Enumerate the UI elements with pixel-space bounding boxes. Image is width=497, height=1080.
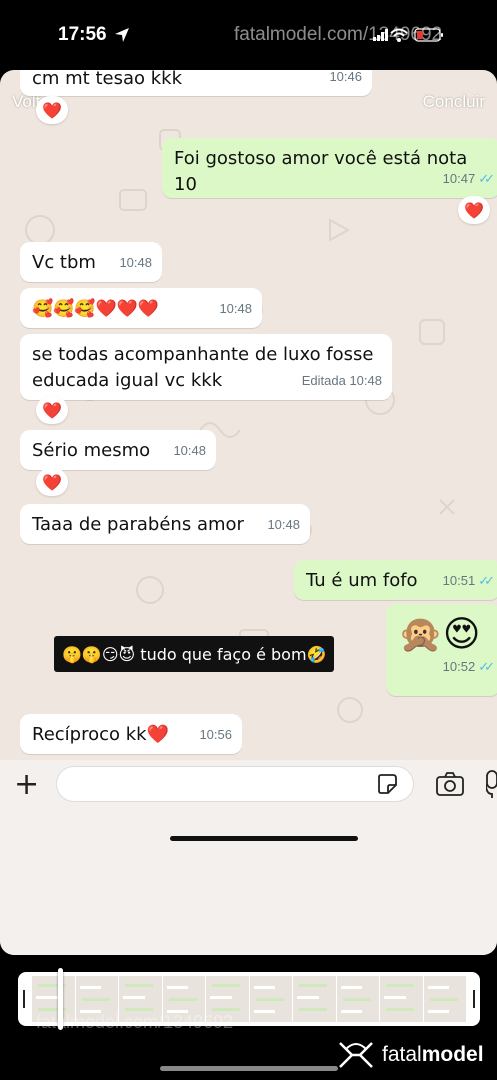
message-incoming[interactable]: Recíproco kk❤️ 10:56 — [20, 714, 242, 754]
status-time: 17:56 — [58, 24, 107, 45]
message-text: Foi gostoso amor você está nota 10 — [174, 148, 468, 195]
message-incoming[interactable]: Taaa de parabéns amor 10:48 — [20, 504, 310, 544]
sticker-icon[interactable] — [376, 773, 398, 795]
message-time: 10:48 — [173, 443, 206, 458]
reaction-badge[interactable]: ❤️ — [36, 96, 68, 124]
brand-name-bold: model — [421, 1043, 484, 1066]
read-ticks-icon: ✓✓ — [478, 573, 495, 588]
message-outgoing[interactable]: Foi gostoso amor você está nota 10 10:47… — [162, 138, 497, 198]
wifi-icon — [390, 28, 408, 42]
message-incoming[interactable]: Vc tbm 10:48 — [20, 242, 162, 282]
brand-name-light: fatal — [382, 1043, 422, 1066]
thumbnail-frame — [380, 976, 423, 1022]
message-time: 10:48 — [119, 255, 152, 270]
message-incoming[interactable]: 🥰🥰🥰❤️❤️❤️ 10:48 — [20, 288, 262, 328]
thumbnail-frame — [423, 976, 466, 1022]
message-meta: Editada 10:48 — [302, 368, 382, 394]
reaction-badge[interactable]: ❤️ — [36, 396, 68, 424]
message-incoming[interactable]: se todas acompanhante de luxo fosse educ… — [20, 334, 392, 400]
message-time: 10:52 — [442, 659, 476, 674]
done-button[interactable]: Concluir — [423, 92, 485, 112]
trim-handle-left[interactable] — [23, 990, 25, 1008]
message-time: 10:46 — [329, 70, 362, 84]
message-meta: 10:52 ✓✓ — [442, 644, 495, 690]
text-sticker-overlay[interactable]: 🤫🤫😏😈 tudo que faço é bom🤣 — [54, 636, 335, 672]
message-outgoing[interactable]: Tu é um fofo 10:51 ✓✓ — [294, 560, 497, 600]
reaction-badge[interactable]: ❤️ — [458, 196, 490, 224]
home-indicator-bottom — [160, 1066, 338, 1071]
edited-label: Editada — [301, 373, 346, 388]
camera-icon[interactable] — [436, 772, 464, 796]
chat-screen: Voltar Concluir cm mt tesao kkk 10:46 ❤️… — [0, 70, 497, 955]
thumbnail-frame — [336, 976, 379, 1022]
message-text: Taaa de parabéns amor — [32, 514, 244, 535]
read-ticks-icon: ✓✓ — [478, 659, 495, 674]
read-ticks-icon: ✓✓ — [478, 171, 495, 186]
message-incoming[interactable]: cm mt tesao kkk 10:46 — [20, 70, 372, 96]
message-time: 10:48 — [349, 373, 382, 388]
signal-icon — [373, 29, 388, 41]
fatalmodel-logo — [339, 1042, 373, 1068]
thumbnail-frame — [249, 976, 292, 1022]
message-outgoing[interactable]: 🙊😍 10:52 ✓✓ — [386, 604, 497, 696]
composer-bar: + — [0, 760, 497, 955]
brand-name: fatalmodel — [382, 1043, 484, 1067]
message-text: Vc tbm — [32, 252, 96, 273]
brand-watermark: fatalmodel — [338, 1040, 484, 1070]
status-bar: 17:56 fatalmodel.com/1349692 — [0, 0, 497, 70]
message-text: Tu é um fofo — [306, 570, 418, 591]
microphone-icon[interactable] — [486, 770, 497, 798]
message-text: Recíproco kk❤️ — [32, 724, 170, 745]
message-text: cm mt tesao kkk — [32, 70, 183, 89]
message-text: 🥰🥰🥰❤️❤️❤️ — [32, 299, 160, 319]
message-meta: 10:51 ✓✓ — [442, 568, 495, 594]
message-text: Sério mesmo — [32, 440, 151, 461]
location-arrow-icon — [115, 28, 129, 42]
plus-icon[interactable]: + — [14, 770, 39, 800]
battery-icon — [414, 28, 443, 42]
message-time: 10:48 — [219, 301, 252, 316]
thumbnail-frame — [293, 976, 336, 1022]
message-input[interactable] — [56, 766, 414, 802]
message-incoming[interactable]: Sério mesmo 10:48 — [20, 430, 216, 470]
message-time: 10:56 — [199, 727, 232, 742]
reaction-badge[interactable]: ❤️ — [36, 468, 68, 496]
home-indicator — [170, 836, 358, 841]
message-time: 10:48 — [267, 517, 300, 532]
message-meta: 10:47 ✓✓ — [442, 166, 495, 192]
watermark-top: fatalmodel.com/1349692 — [234, 24, 443, 45]
watermark-bottom: fatalmodel.com/1349692 — [36, 1012, 234, 1032]
message-time: 10:47 — [442, 171, 476, 186]
message-time: 10:51 — [442, 573, 476, 588]
trim-handle-right[interactable] — [473, 990, 475, 1008]
